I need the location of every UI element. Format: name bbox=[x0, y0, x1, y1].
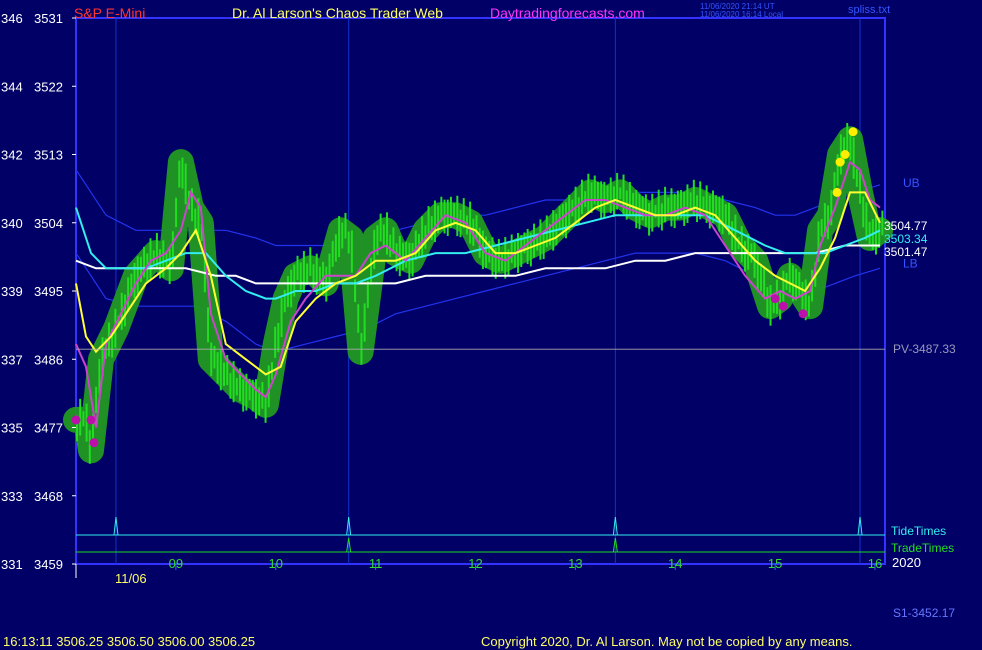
y-tick-label-right: 3522 bbox=[34, 79, 63, 94]
session-lines bbox=[115, 18, 861, 564]
site-link[interactable]: Daytradingforecasts.com bbox=[490, 5, 645, 21]
timestamp-local: 11/06/2020 16:14 Local bbox=[700, 10, 784, 19]
highlight-dot bbox=[71, 415, 81, 425]
highlight-dot bbox=[832, 187, 842, 197]
price-glow-trace bbox=[63, 126, 893, 464]
end-value-label: 3501.47 bbox=[884, 245, 928, 259]
y-tick-label-left: 344 bbox=[1, 79, 23, 94]
highlight-dot bbox=[835, 157, 845, 167]
x-tick-label: 13 bbox=[568, 556, 582, 571]
x-tick-label: 10 bbox=[269, 556, 283, 571]
copyright: Copyright 2020, Dr. Al Larson. May not b… bbox=[481, 634, 853, 649]
file-name: spliss.txt bbox=[848, 4, 891, 16]
highlight-dot bbox=[89, 438, 99, 448]
y-tick-label-left: 346 bbox=[1, 11, 23, 26]
symbol-title: S&P E-Mini bbox=[74, 5, 146, 21]
pivot-label: PV-3487.33 bbox=[893, 342, 956, 356]
y-tick-label-right: 3477 bbox=[34, 421, 63, 436]
right-labels: UBLB3504.773503.343501.47 bbox=[884, 176, 928, 270]
y-tick-label-left: 340 bbox=[1, 216, 23, 231]
highlight-dot bbox=[798, 309, 808, 319]
y-tick-label-right: 3504 bbox=[34, 216, 63, 231]
end-value-label: 3504.77 bbox=[884, 219, 928, 233]
highlight-dot bbox=[86, 415, 96, 425]
highlight-dot bbox=[848, 127, 858, 137]
x-tick-label: 15 bbox=[768, 556, 782, 571]
y-tick-label-right: 3513 bbox=[34, 148, 63, 163]
s1-label: S1-3452.17 bbox=[893, 606, 956, 620]
year-label: 2020 bbox=[892, 555, 921, 570]
x-tick-label: 12 bbox=[468, 556, 482, 571]
x-tick-label: 11 bbox=[369, 556, 383, 571]
price-glow bbox=[63, 126, 893, 464]
upper-band-label: UB bbox=[903, 176, 920, 190]
chart: PV-3487.33 TideTimesTradeTimes 346 353134… bbox=[1, 11, 956, 578]
x-tick-label: 09 bbox=[169, 556, 183, 571]
x-axis: 09 10 11 12 13 14 15 16 bbox=[75, 556, 882, 578]
end-value-label: 3503.34 bbox=[884, 232, 928, 246]
highlight-dot bbox=[840, 150, 850, 159]
y-tick-label-left: 335 bbox=[1, 421, 23, 436]
y-tick-label-left: 342 bbox=[1, 148, 23, 163]
x-tick-label: 16 bbox=[868, 556, 882, 571]
y-tick-label-left: 333 bbox=[1, 489, 23, 504]
y-tick-label-right: 3459 bbox=[34, 557, 63, 572]
tide-times-label: TideTimes bbox=[891, 524, 946, 538]
y-tick-label-left: 339 bbox=[1, 284, 23, 299]
y-tick-label-right: 3531 bbox=[34, 11, 63, 26]
highlight-dot bbox=[778, 301, 788, 311]
highlight-dot bbox=[770, 294, 780, 304]
tide-lines: TideTimes TradeTimes bbox=[76, 516, 954, 555]
y-tick-label-right: 3468 bbox=[34, 489, 63, 504]
y-tick-label-left: 337 bbox=[1, 352, 23, 367]
site-title: Dr. Al Larson's Chaos Trader Web bbox=[232, 5, 443, 21]
y-tick-label-right: 3486 bbox=[34, 352, 63, 367]
y-axis: 346 3531 344 3522 342 3513 340 3504 339 3495 337 34… bbox=[1, 11, 76, 572]
x-tick-label: 14 bbox=[668, 556, 682, 571]
trade-times-label: TradeTimes bbox=[891, 541, 954, 555]
y-tick-label-right: 3495 bbox=[34, 284, 63, 299]
date-label: 11/06 bbox=[115, 571, 147, 586]
quote-line: 16:13:11 3506.25 3506.50 3506.00 3506.25 bbox=[3, 634, 256, 649]
y-tick-label-left: 331 bbox=[1, 557, 23, 572]
